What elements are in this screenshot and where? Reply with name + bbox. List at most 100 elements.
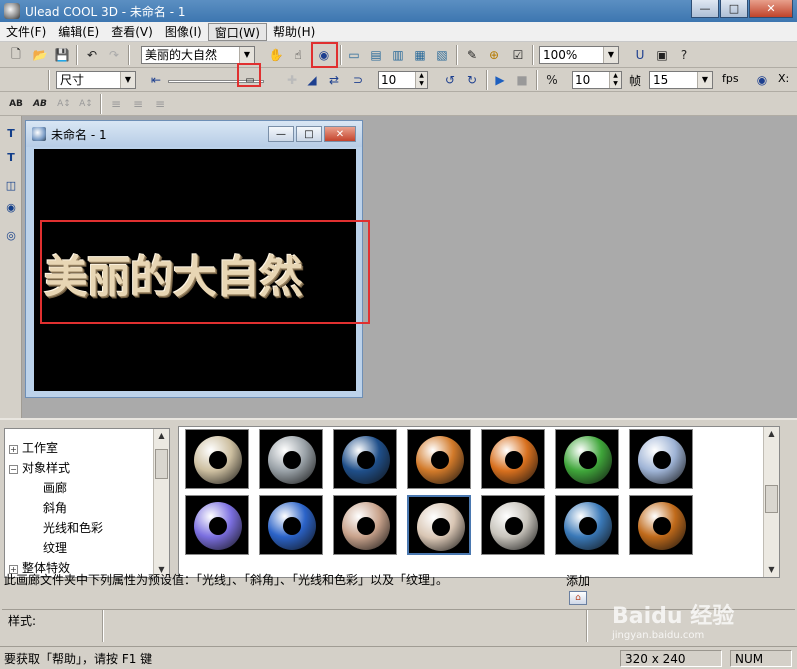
tree-scrollbar[interactable]: ▲ ▼ [153,429,169,577]
gallery-scrollbar[interactable]: ▲ ▼ [763,427,779,577]
menu-help[interactable]: 帮助(H) [267,23,321,41]
minimize-button[interactable]: — [691,0,719,18]
globe-icon[interactable]: ⊕ [484,45,504,65]
align-center-icon[interactable]: ≡ [128,94,148,114]
tree-item-gallery[interactable]: 画廊 [43,479,67,496]
menu-file[interactable]: 文件(F) [0,23,52,41]
back-view-icon[interactable]: ▦ [410,45,430,65]
fps-select[interactable]: 15 ▼ [649,71,713,89]
document-minimize-button[interactable]: — [268,126,294,142]
stop-icon[interactable]: ■ [512,70,532,90]
tree-item-texture[interactable]: 纹理 [43,539,67,556]
preset-thumbnail[interactable] [333,495,397,555]
remove-key-icon[interactable]: ◢ [302,70,322,90]
rotate-value-spin[interactable]: 10 ▲ ▼ [378,71,428,89]
chevron-down-icon: ▼ [697,72,712,88]
maximize-button[interactable]: □ [720,0,748,18]
tree-item-bevel[interactable]: 斜角 [43,499,67,516]
tree-item-light-color[interactable]: 光线和色彩 [43,519,103,536]
insert-graphic-icon[interactable]: ◫ [2,176,20,194]
preset-thumbnail[interactable] [185,429,249,489]
app-icon [4,3,20,19]
expand-icon[interactable]: + [9,445,18,454]
object-select-icon[interactable]: ◉ [2,198,20,216]
bold-text-icon[interactable]: AB [6,94,26,114]
scroll-thumb[interactable] [155,449,168,479]
spin-updown-icon[interactable]: ▲ ▼ [415,72,427,88]
add-button[interactable]: 添加 ⌂ [566,572,606,606]
scroll-up-icon[interactable]: ▲ [764,427,779,441]
preset-thumbnail[interactable] [259,495,323,555]
document-icon [32,127,46,141]
new-file-icon[interactable]: 🗋 [6,45,26,65]
edit-text-icon[interactable]: T [2,148,20,166]
align-left-icon[interactable]: ≡ [106,94,126,114]
chart-icon[interactable]: ☑ [508,45,528,65]
align-right-icon[interactable]: ≡ [150,94,170,114]
preset-thumbnail[interactable] [259,429,323,489]
tree-item-object-style[interactable]: − 对象样式 [9,459,70,476]
menu-view[interactable]: 查看(V) [105,23,159,41]
top-view-icon[interactable]: ▤ [366,45,386,65]
preset-thumbnail[interactable] [481,495,545,555]
add-key-icon[interactable]: ✚ [282,70,302,90]
insert-text-icon[interactable]: T [2,124,20,142]
refresh-icon[interactable]: ↻ [462,70,482,90]
play-icon[interactable]: ▶ [490,70,510,90]
text-object-select[interactable]: 美丽的大自然 ▼ [141,46,255,64]
close-button[interactable]: ✕ [749,0,793,18]
save-icon[interactable]: 💾 [52,45,72,65]
preset-thumbnail[interactable] [185,495,249,555]
size-select[interactable]: 尺寸 ▼ [56,71,136,89]
menu-edit[interactable]: 编辑(E) [52,23,105,41]
preset-gallery[interactable]: ▲ ▼ [178,426,780,578]
preset-thumbnail[interactable] [407,429,471,489]
scroll-up-icon[interactable]: ▲ [154,429,169,443]
status-help-text: 要获取「帮助」，请按 F1 键 [4,652,153,666]
percent-icon[interactable]: % [542,70,562,90]
ulead-logo-icon[interactable]: U [630,45,650,65]
help-pointer-icon[interactable]: ? [674,45,694,65]
scroll-down-icon[interactable]: ▼ [764,563,779,577]
menu-image[interactable]: 图像(I) [159,23,208,41]
preset-thumbnail[interactable] [629,429,693,489]
line-spacing-icon[interactable]: A↕ [76,94,96,114]
scroll-thumb[interactable] [765,485,778,513]
tree-item-studio[interactable]: + 工作室 [9,439,58,456]
preset-thumbnail[interactable] [629,495,693,555]
char-spacing-icon[interactable]: A↕ [54,94,74,114]
preset-thumbnail[interactable] [555,429,619,489]
category-tree[interactable]: + 工作室 − 对象样式 画廊 斜角 光线和色彩 纹理 + 整体特效 ▲ ▼ [4,428,170,578]
redo-icon[interactable]: ↷ [104,45,124,65]
preset-thumbnail[interactable] [555,495,619,555]
image-icon[interactable]: ▣ [652,45,672,65]
swap-icon[interactable]: ⇄ [324,70,344,90]
side-view-icon[interactable]: ▥ [388,45,408,65]
object-focus-icon[interactable]: ◉ [752,70,772,90]
hand-move-icon[interactable]: ✋ [266,45,286,65]
open-folder-icon[interactable]: 📂 [30,45,50,65]
spin-updown-icon[interactable]: ▲ ▼ [609,72,621,88]
menu-bar: 文件(F) 编辑(E) 查看(V) 图像(I) 窗口(W) 帮助(H) [0,22,797,42]
undo-icon[interactable]: ↶ [82,45,102,65]
preset-thumbnail[interactable] [333,429,397,489]
italic-text-icon[interactable]: AB [30,94,50,114]
preset-thumbnail[interactable] [481,429,545,489]
bottom-view-icon[interactable]: ▧ [432,45,452,65]
loop-icon[interactable]: ↺ [440,70,460,90]
front-view-icon[interactable]: ▭ [344,45,364,65]
reverse-icon[interactable]: ⊃ [348,70,368,90]
first-frame-icon[interactable]: ⇤ [146,70,166,90]
menu-window[interactable]: 窗口(W) [207,22,267,41]
document-window[interactable]: 未命名 - 1 — □ ✕ 美丽的大自然 [25,120,370,398]
hand-rotate-icon[interactable]: ☝ [288,45,308,65]
paint-icon[interactable]: ✎ [462,45,482,65]
preset-thumbnail[interactable] [407,495,471,555]
collapse-icon[interactable]: − [9,465,18,474]
zoom-select[interactable]: 100% ▼ [539,46,619,64]
frame-step-spin[interactable]: 10 ▲ ▼ [572,71,622,89]
document-maximize-button[interactable]: □ [296,126,322,142]
shape-icon[interactable]: ◎ [2,226,20,244]
status-bar: 要获取「帮助」，请按 F1 键 320 x 240 NUM [0,646,797,669]
document-close-button[interactable]: ✕ [324,126,356,142]
